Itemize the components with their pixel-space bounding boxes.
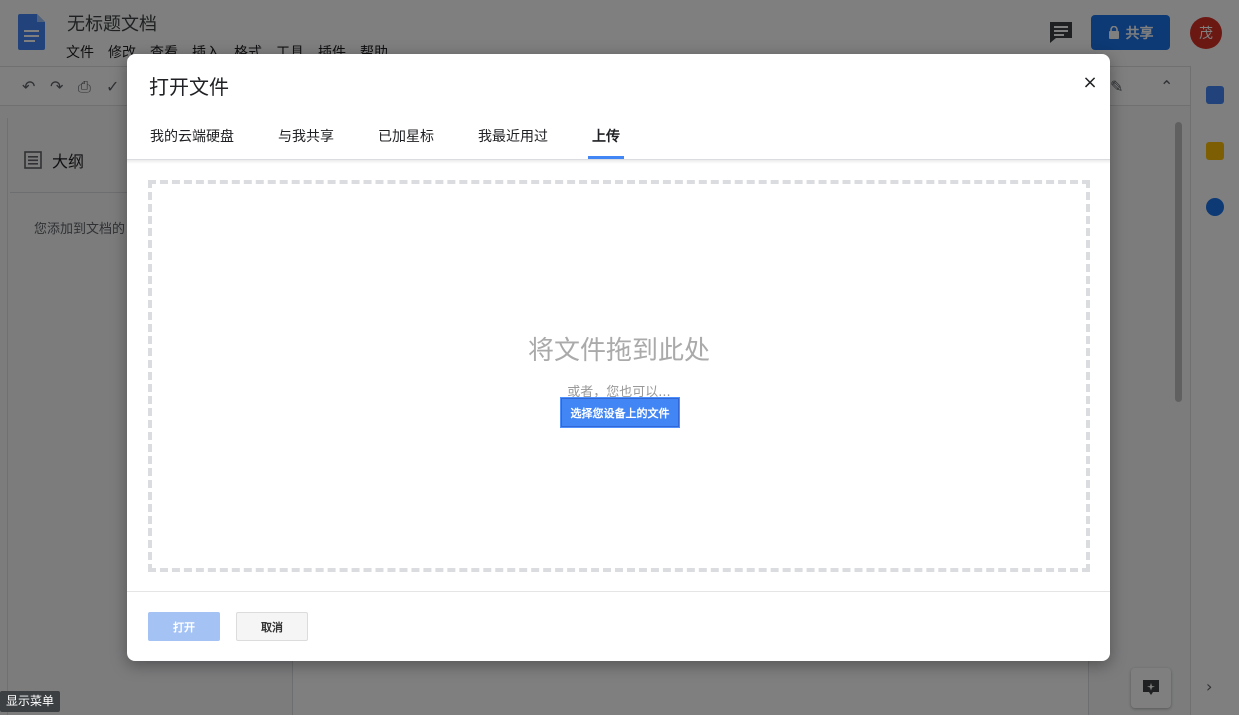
upload-dropzone[interactable]: 将文件拖到此处 或者，您也可以... 选择您设备上的文件 <box>148 180 1090 572</box>
tab-upload[interactable]: 上传 <box>592 126 620 146</box>
footer-divider <box>127 591 1110 592</box>
tab-recent[interactable]: 我最近用过 <box>478 126 548 146</box>
open-button[interactable]: 打开 <box>148 612 220 641</box>
show-menu-tooltip[interactable]: 显示菜单 <box>0 691 61 712</box>
cancel-button[interactable]: 取消 <box>236 612 308 641</box>
tabs-shadow <box>127 160 1110 164</box>
tab-starred[interactable]: 已加星标 <box>378 126 434 146</box>
close-icon[interactable]: × <box>1080 73 1100 93</box>
tab-shared-with-me[interactable]: 与我共享 <box>278 126 334 146</box>
dialog-tabs: 我的云端硬盘 与我共享 已加星标 我最近用过 上传 <box>127 114 1110 160</box>
choose-file-button[interactable]: 选择您设备上的文件 <box>561 398 679 427</box>
tab-my-drive[interactable]: 我的云端硬盘 <box>150 126 234 146</box>
open-file-dialog: 打开文件 × 我的云端硬盘 与我共享 已加星标 我最近用过 上传 将文件拖到此处… <box>127 54 1110 661</box>
dropzone-title: 将文件拖到此处 <box>527 336 710 366</box>
dialog-title: 打开文件 <box>149 75 229 99</box>
active-tab-indicator <box>588 156 624 159</box>
